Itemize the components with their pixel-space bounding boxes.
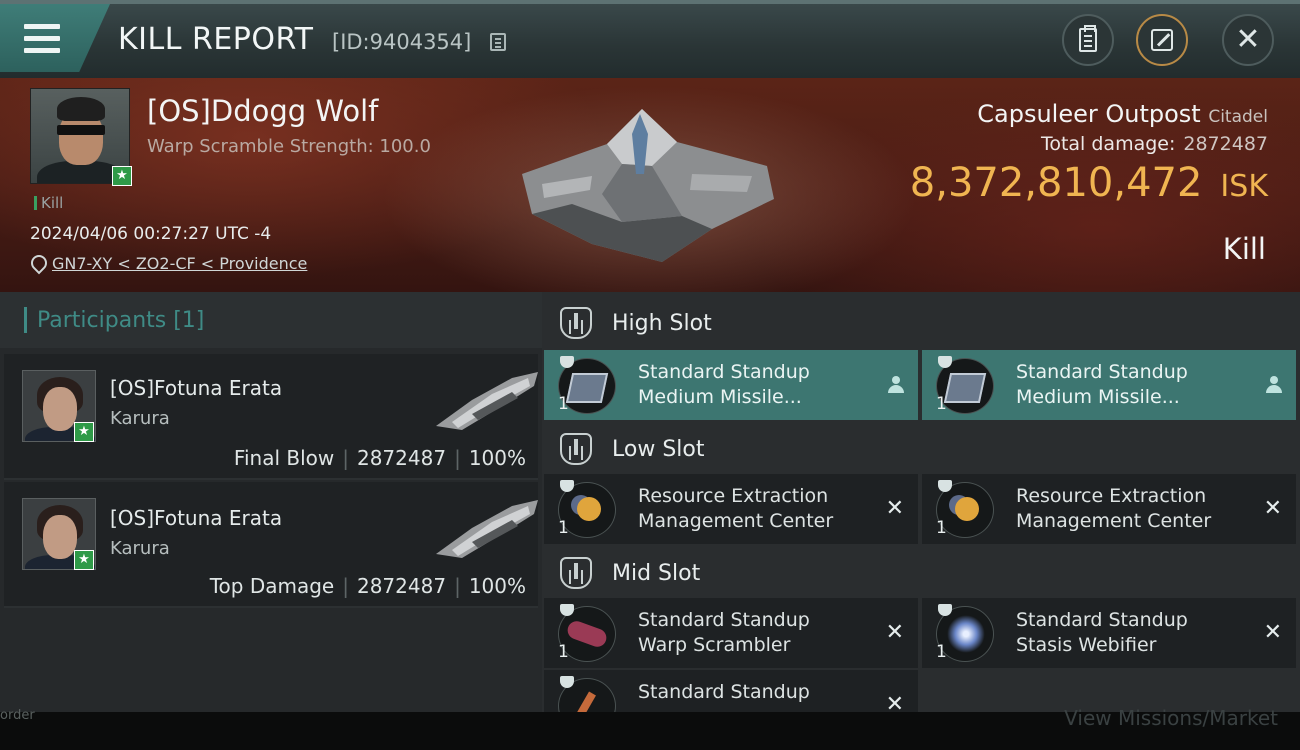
module-name: Standard Standup Stasis Webifier <box>1016 609 1188 656</box>
module-name: Resource Extraction Management Center <box>638 485 834 532</box>
low-slot-icon <box>560 433 592 465</box>
participant-damage: 2872487 <box>356 574 447 598</box>
module-card[interactable]: 1 Standard Standup ✕ <box>544 670 918 712</box>
module-quantity: 1 <box>558 518 569 538</box>
result-label: Kill <box>1222 232 1266 266</box>
location-text: GN7-XY < ZO2-CF < Providence <box>52 254 308 273</box>
participants-header: Participants [1] <box>0 292 542 348</box>
location-link[interactable]: GN7-XY < ZO2-CF < Providence <box>30 254 307 273</box>
copy-icon[interactable] <box>490 33 506 51</box>
location-pin-icon <box>30 255 44 273</box>
participant-damage: 2872487 <box>356 446 447 470</box>
total-damage: Total damage: 2872487 <box>1040 133 1268 155</box>
participant-percent: 100% <box>468 574 526 598</box>
star-badge-icon: ★ <box>74 550 94 570</box>
participant-row[interactable]: ★ [OS]Fotuna Erata Karura Final Blow | 287… <box>4 354 538 480</box>
ship-image <box>436 372 538 430</box>
module-card[interactable]: 1 Resource Extraction Management Center … <box>922 474 1296 544</box>
ship-image <box>436 500 538 558</box>
module-quantity: 1 <box>558 394 569 414</box>
module-card[interactable]: 1 Standard Standup Medium Missile... <box>544 350 918 420</box>
victim-attribute: Warp Scramble Strength: 100.0 <box>147 136 431 157</box>
module-card[interactable]: 1 Resource Extraction Management Center … <box>544 474 918 544</box>
module-card[interactable]: 1 Standard Standup Warp Scrambler ✕ <box>544 598 918 668</box>
module-name: Standard Standup Medium Missile... <box>638 361 810 408</box>
clipboard-icon <box>1079 25 1097 52</box>
bottom-left-text: order <box>0 708 35 723</box>
module-name: Resource Extraction Management Center <box>1016 485 1212 532</box>
bottom-strip: order View Missions/Market <box>0 706 1300 750</box>
isk-amount: 8,372,810,472 <box>909 160 1203 206</box>
top-bar: KILL REPORT [ID:9404354] ✕ <box>0 0 1300 78</box>
participant-ship: Karura <box>110 408 170 429</box>
module-card[interactable]: 1 Standard Standup Medium Missile... <box>922 350 1296 420</box>
share-button[interactable] <box>1136 14 1188 66</box>
destroyed-icon: ✕ <box>1263 620 1282 645</box>
module-name: Standard Standup Warp Scrambler <box>638 609 810 656</box>
close-button[interactable]: ✕ <box>1222 14 1274 66</box>
participants-panel: Participants [1] ★ [OS]Fotuna Erata Karu… <box>0 292 542 712</box>
report-id: [ID:9404354] <box>332 30 472 54</box>
isk-value: 8,372,810,472 ISK <box>910 160 1268 206</box>
total-damage-value: 2872487 <box>1183 133 1268 155</box>
module-card[interactable]: 1 Standard Standup Stasis Webifier ✕ <box>922 598 1296 668</box>
star-badge-icon: ★ <box>112 166 132 186</box>
victim-ship-name: Capsuleer Outpost Citadel <box>977 100 1268 128</box>
destroyed-icon: ✕ <box>885 620 904 645</box>
structure-image <box>522 109 774 262</box>
participant-percent: 100% <box>468 446 526 470</box>
participant-name: [OS]Fotuna Erata <box>110 376 283 400</box>
participant-stats: Final Blow | 2872487 | 100% <box>233 446 526 470</box>
isk-unit: ISK <box>1220 169 1268 204</box>
module-quantity: 1 <box>936 518 947 538</box>
menu-button[interactable] <box>0 4 110 72</box>
participant-row[interactable]: ★ [OS]Fotuna Erata Karura Top Damage | 287… <box>4 482 538 608</box>
destroyed-icon: ✕ <box>885 496 904 521</box>
kill-datetime: 2024/04/06 00:27:27 UTC -4 <box>30 224 272 244</box>
participant-role: Top Damage <box>209 574 335 598</box>
person-icon <box>1266 376 1282 394</box>
missions-market-link[interactable]: View Missions/Market <box>1064 706 1278 730</box>
clipboard-button[interactable] <box>1062 14 1114 66</box>
page-title: KILL REPORT <box>118 22 314 57</box>
module-quantity: 1 <box>936 642 947 662</box>
participant-role: Final Blow <box>233 446 335 470</box>
module-quantity: 1 <box>558 642 569 662</box>
fitting-panel: High Slot 1 Standard Standup Medium Miss… <box>542 292 1300 712</box>
kill-tag: Kill <box>34 194 63 212</box>
close-icon: ✕ <box>1235 22 1261 57</box>
high-slot-header: High Slot <box>542 294 1300 352</box>
module-name: Standard Standup <box>638 681 810 703</box>
module-quantity: 1 <box>936 394 947 414</box>
participant-name: [OS]Fotuna Erata <box>110 506 283 530</box>
victim-name: [OS]Ddogg Wolf <box>147 94 379 128</box>
star-badge-icon: ★ <box>74 422 94 442</box>
destroyed-icon: ✕ <box>885 692 904 712</box>
mid-slot-header: Mid Slot <box>542 544 1300 602</box>
menu-icon <box>24 24 60 29</box>
mid-slot-icon <box>560 557 592 589</box>
person-icon <box>888 376 904 394</box>
module-name: Standard Standup Medium Missile... <box>1016 361 1188 408</box>
share-icon <box>1151 29 1173 51</box>
low-slot-header: Low Slot <box>542 420 1300 478</box>
kill-banner: ★ [OS]Ddogg Wolf Warp Scramble Strength:… <box>0 78 1300 292</box>
victim-ship-class: Citadel <box>1208 107 1268 127</box>
participant-stats: Top Damage | 2872487 | 100% <box>209 574 526 598</box>
participant-ship: Karura <box>110 538 170 559</box>
destroyed-icon: ✕ <box>1263 496 1282 521</box>
high-slot-icon <box>560 307 592 339</box>
